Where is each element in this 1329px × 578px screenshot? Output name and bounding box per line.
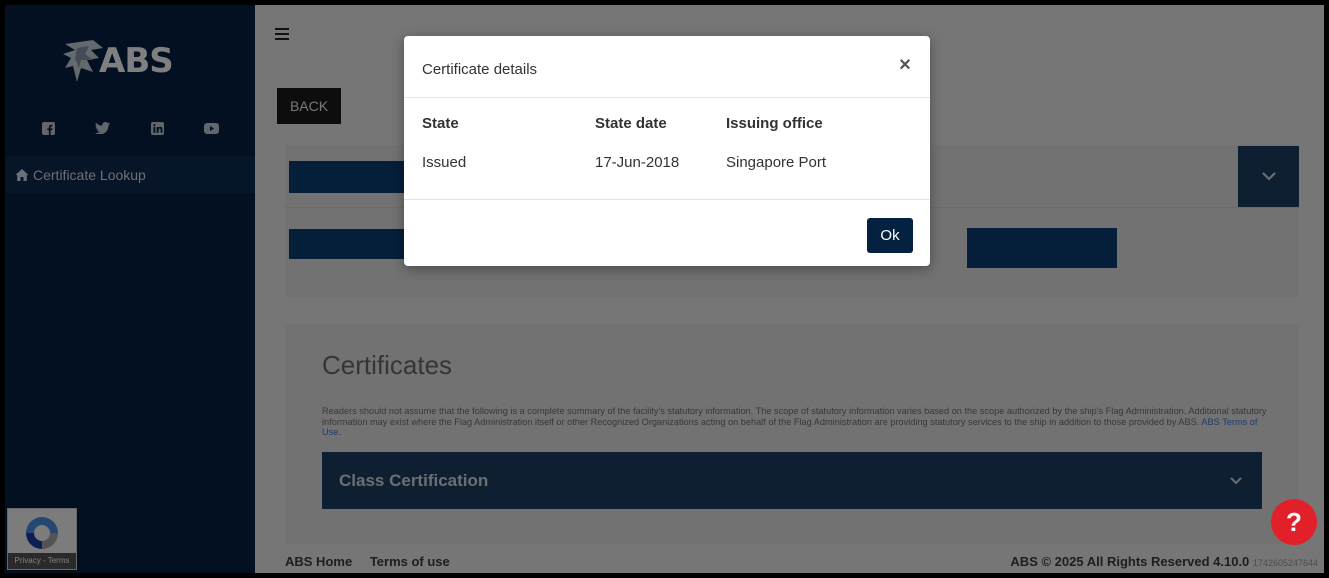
modal-title: Certificate details: [422, 61, 538, 78]
modal-footer: Ok: [404, 199, 930, 266]
app-frame: ABS Certificate Lookup: [5, 5, 1324, 573]
table-header-row: State State date Issuing office: [422, 115, 906, 152]
close-icon[interactable]: ×: [894, 54, 916, 76]
cell-issuing-office: Singapore Port: [726, 153, 827, 171]
certificate-details-table: State State date Issuing office Issued 1…: [422, 115, 906, 172]
table-row: Issued 17-Jun-2018 Singapore Port: [422, 152, 906, 172]
header-state-date: State date: [595, 115, 667, 132]
cell-state: Issued: [422, 153, 467, 171]
help-button[interactable]: ?: [1271, 499, 1317, 545]
header-issuing-office: Issuing office: [726, 115, 823, 132]
certificate-details-modal: Certificate details × State State date I…: [404, 36, 930, 266]
cell-state-date: 17-Jun-2018: [595, 153, 680, 171]
modal-header: Certificate details ×: [404, 36, 930, 98]
header-state: State: [422, 115, 459, 132]
ok-button[interactable]: Ok: [867, 218, 913, 253]
